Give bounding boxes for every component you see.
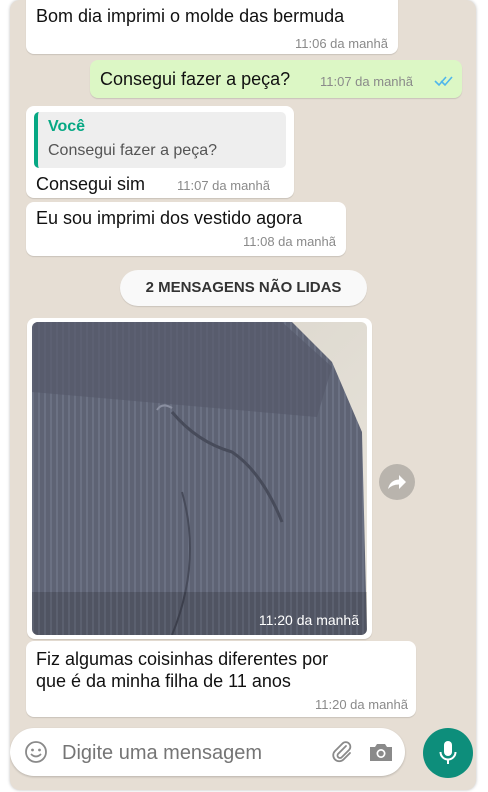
emoji-icon[interactable] [24,740,48,764]
message-text: Eu sou imprimi dos vestido agora [36,208,303,228]
message-input[interactable] [60,736,300,770]
message-bubble-incoming-reply[interactable]: Você Consegui fazer a peça? Consegui sim… [26,106,294,198]
message-bubble-incoming[interactable]: Fiz algumas coisinhas diferentes por que… [26,641,416,717]
forward-button[interactable] [379,464,415,500]
message-text-line: Fiz algumas coisinhas diferentes por [36,649,329,669]
message-bubble-incoming[interactable]: Eu sou imprimi dos vestido agora 11:08 d… [26,202,346,256]
shorts-photo [32,322,367,635]
message-text: Consegui fazer a peça? [100,69,291,89]
mic-icon [439,741,457,764]
camera-icon[interactable] [368,741,394,763]
message-text: Bom dia imprimi o molde das bermuda [36,6,345,26]
message-time: 11:07 da manhã [177,178,270,193]
message-bubble-outgoing[interactable]: Consegui fazer a peça? 11:07 da manhã [90,60,462,98]
message-bubble-incoming[interactable]: Bom dia imprimi o molde das bermuda 11:0… [26,0,398,54]
forward-icon [388,475,406,489]
chat-window: Bom dia imprimi o molde das bermuda 11:0… [10,0,476,790]
read-ticks-icon [434,76,453,87]
message-text-line: que é da minha filha de 11 anos [36,671,291,691]
image-time: 11:20 da manhã [258,612,359,628]
message-text: Consegui sim [36,174,146,194]
message-composer [10,728,405,776]
message-time: 11:20 da manhã [315,697,408,712]
quote-author: Você [48,118,86,135]
quoted-message[interactable]: Você Consegui fazer a peça? [34,112,286,168]
message-time: 11:08 da manhã [243,234,336,249]
quote-text: Consegui fazer a peça? [48,142,217,159]
message-time: 11:06 da manhã [295,36,388,51]
attach-icon[interactable] [330,740,354,764]
voice-message-button[interactable] [423,728,473,778]
message-time: 11:07 da manhã [320,74,413,89]
unread-messages-banner: 2 MENSAGENS NÃO LIDAS [120,270,367,306]
message-photo[interactable]: 11:20 da manhã [32,322,367,635]
